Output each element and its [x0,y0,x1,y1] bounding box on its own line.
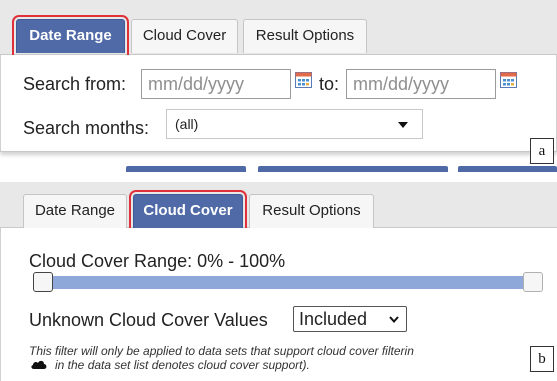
panel-a-date-range: Date Range Cloud Cover Result Options Se… [0,0,557,172]
search-months-label: Search months: [23,118,150,138]
tab-date-range[interactable]: Date Range [23,194,127,228]
background-bar [458,166,557,172]
chevron-down-icon [389,316,399,324]
tab-date-range[interactable]: Date Range [12,15,129,57]
unknown-cloud-cover-value: Included [299,309,368,329]
tab-strip: Date Range Cloud Cover Result Options [0,0,557,57]
background-bar [258,166,448,172]
slider-handle-min[interactable] [33,272,53,292]
date-to-input[interactable] [346,69,496,99]
unknown-cloud-cover-select[interactable]: Included [293,306,407,332]
calendar-icon[interactable] [295,72,312,88]
tab-strip: Date Range Cloud Cover Result Options [0,182,557,232]
panel-b-cloud-cover: Date Range Cloud Cover Result Options Cl… [0,182,557,381]
cloud-filter-note-line1: This filter will only be applied to data… [29,344,414,358]
cloud-filter-note-line2: in the data set list denotes cloud cover… [55,358,310,372]
unknown-cloud-cover-label: Unknown Cloud Cover Values [29,310,268,330]
tab-cloud-cover[interactable]: Cloud Cover [131,19,238,53]
search-from-label: Search from: [23,74,127,94]
background-bar [126,166,246,172]
cloud-icon [31,360,47,369]
caret-down-icon [398,122,408,128]
tab-cloud-cover[interactable]: Cloud Cover [129,190,247,232]
search-months-select[interactable]: (all) [166,109,423,139]
figure-label-a: a [530,138,554,164]
cloud-cover-slider-range[interactable] [39,276,537,289]
date-range-content: Search from: to: Search months: [0,55,557,152]
tab-result-options[interactable]: Result Options [243,19,367,53]
cloud-cover-content: Cloud Cover Range: 0% - 100% Unknown Clo… [0,228,557,381]
tab-result-options[interactable]: Result Options [249,194,374,228]
search-months-value: (all) [175,116,199,132]
calendar-icon[interactable] [500,72,517,88]
date-from-input[interactable] [141,69,291,99]
to-label: to: [319,74,340,94]
slider-handle-max[interactable] [523,272,543,292]
cloud-cover-range-label: Cloud Cover Range: 0% - 100% [29,251,286,271]
figure-label-b: b [530,346,554,372]
